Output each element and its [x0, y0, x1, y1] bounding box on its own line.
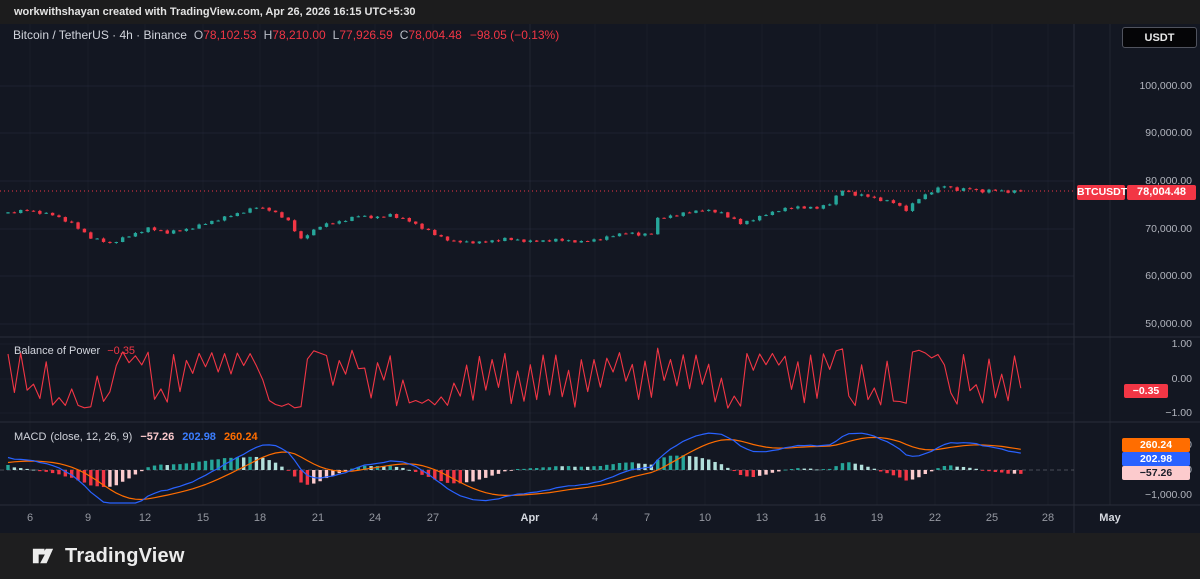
time-tick-label: 12 — [138, 512, 152, 524]
macd-histogram — [6, 455, 1023, 488]
time-tick-label: 22 — [928, 512, 942, 524]
price-tick-label: 60,000.00 — [1145, 270, 1192, 282]
macd-hist-badge: −57.26 — [1122, 466, 1190, 480]
price-label-symbol-badge: BTCUSDT — [1077, 185, 1128, 200]
currency-toggle-button[interactable]: USDT — [1122, 27, 1197, 48]
time-tick-label: 15 — [196, 512, 210, 524]
time-tick-label: 13 — [755, 512, 769, 524]
time-tick-label: 24 — [368, 512, 382, 524]
bop-tick-label: 1.00 — [1171, 338, 1192, 350]
time-tick-label: 27 — [426, 512, 440, 524]
change-value: −98.05 (−0.13%) — [469, 28, 560, 42]
time-tick-label: 18 — [253, 512, 267, 524]
tradingview-snapshot: workwithshayan created with TradingView.… — [0, 0, 1200, 579]
macd-tick-label: −1,000.00 — [1144, 489, 1192, 501]
tradingview-logo-text: TradingView — [65, 544, 185, 567]
price-tick-label: 50,000.00 — [1145, 318, 1192, 330]
bop-tick-label: −1.00 — [1165, 407, 1192, 419]
symbol-legend[interactable]: Bitcoin / TetherUS · 4h · Binance O78,102… — [13, 28, 559, 42]
high-label: H — [263, 28, 273, 42]
macd-params: (close, 12, 26, 9) — [50, 431, 133, 443]
bop-legend[interactable]: Balance of Power −0.35 — [14, 345, 135, 357]
time-tick-label: 21 — [311, 512, 325, 524]
open-value: 78,102.53 — [203, 28, 257, 42]
chart-canvas[interactable] — [0, 0, 1200, 579]
price-tick-label: 100,000.00 — [1139, 80, 1192, 92]
open-label: O — [193, 28, 204, 42]
time-tick-label: 10 — [698, 512, 712, 524]
bop-current-value: −0.35 — [107, 345, 136, 357]
time-tick-label: 28 — [1041, 512, 1055, 524]
current-price-badge: 78,004.48 — [1127, 185, 1196, 200]
macd-line-value: 202.98 — [182, 431, 216, 443]
macd-signal-badge: 260.24 — [1122, 438, 1190, 452]
macd-line-badge: 202.98 — [1122, 452, 1190, 466]
time-tick-label: 4 — [591, 512, 599, 524]
price-tick-label: 70,000.00 — [1145, 223, 1192, 235]
time-tick-label: May — [1099, 512, 1121, 524]
time-tick-label: 6 — [26, 512, 34, 524]
time-tick-label: 9 — [84, 512, 92, 524]
bop-value-badge: −0.35 — [1124, 384, 1168, 398]
symbol-title[interactable]: Bitcoin / TetherUS · 4h · Binance — [13, 28, 187, 42]
time-tick-label: 7 — [643, 512, 651, 524]
panel-separators — [0, 24, 1200, 533]
candlestick-series — [6, 185, 1023, 244]
macd-signal-value: 260.24 — [223, 431, 258, 443]
time-tick-label: 19 — [870, 512, 884, 524]
tradingview-logo[interactable]: TradingView — [30, 543, 185, 569]
time-tick-label: 25 — [985, 512, 999, 524]
tradingview-logo-icon — [32, 548, 54, 564]
time-tick-label: 16 — [813, 512, 827, 524]
time-tick-label: Apr — [520, 512, 540, 524]
low-value: 77,926.59 — [339, 28, 393, 42]
high-value: 78,210.00 — [272, 28, 326, 42]
macd-title[interactable]: MACD — [14, 431, 46, 443]
footer-bar: TradingView — [0, 533, 1200, 579]
macd-legend[interactable]: MACD (close, 12, 26, 9) −57.26 202.98 260.24 — [14, 431, 258, 443]
close-value: 78,004.48 — [408, 28, 462, 42]
bop-line-series — [7, 347, 1022, 409]
macd-hist-value: −57.26 — [140, 431, 175, 443]
price-tick-label: 90,000.00 — [1145, 127, 1192, 139]
bop-title[interactable]: Balance of Power — [14, 345, 100, 357]
